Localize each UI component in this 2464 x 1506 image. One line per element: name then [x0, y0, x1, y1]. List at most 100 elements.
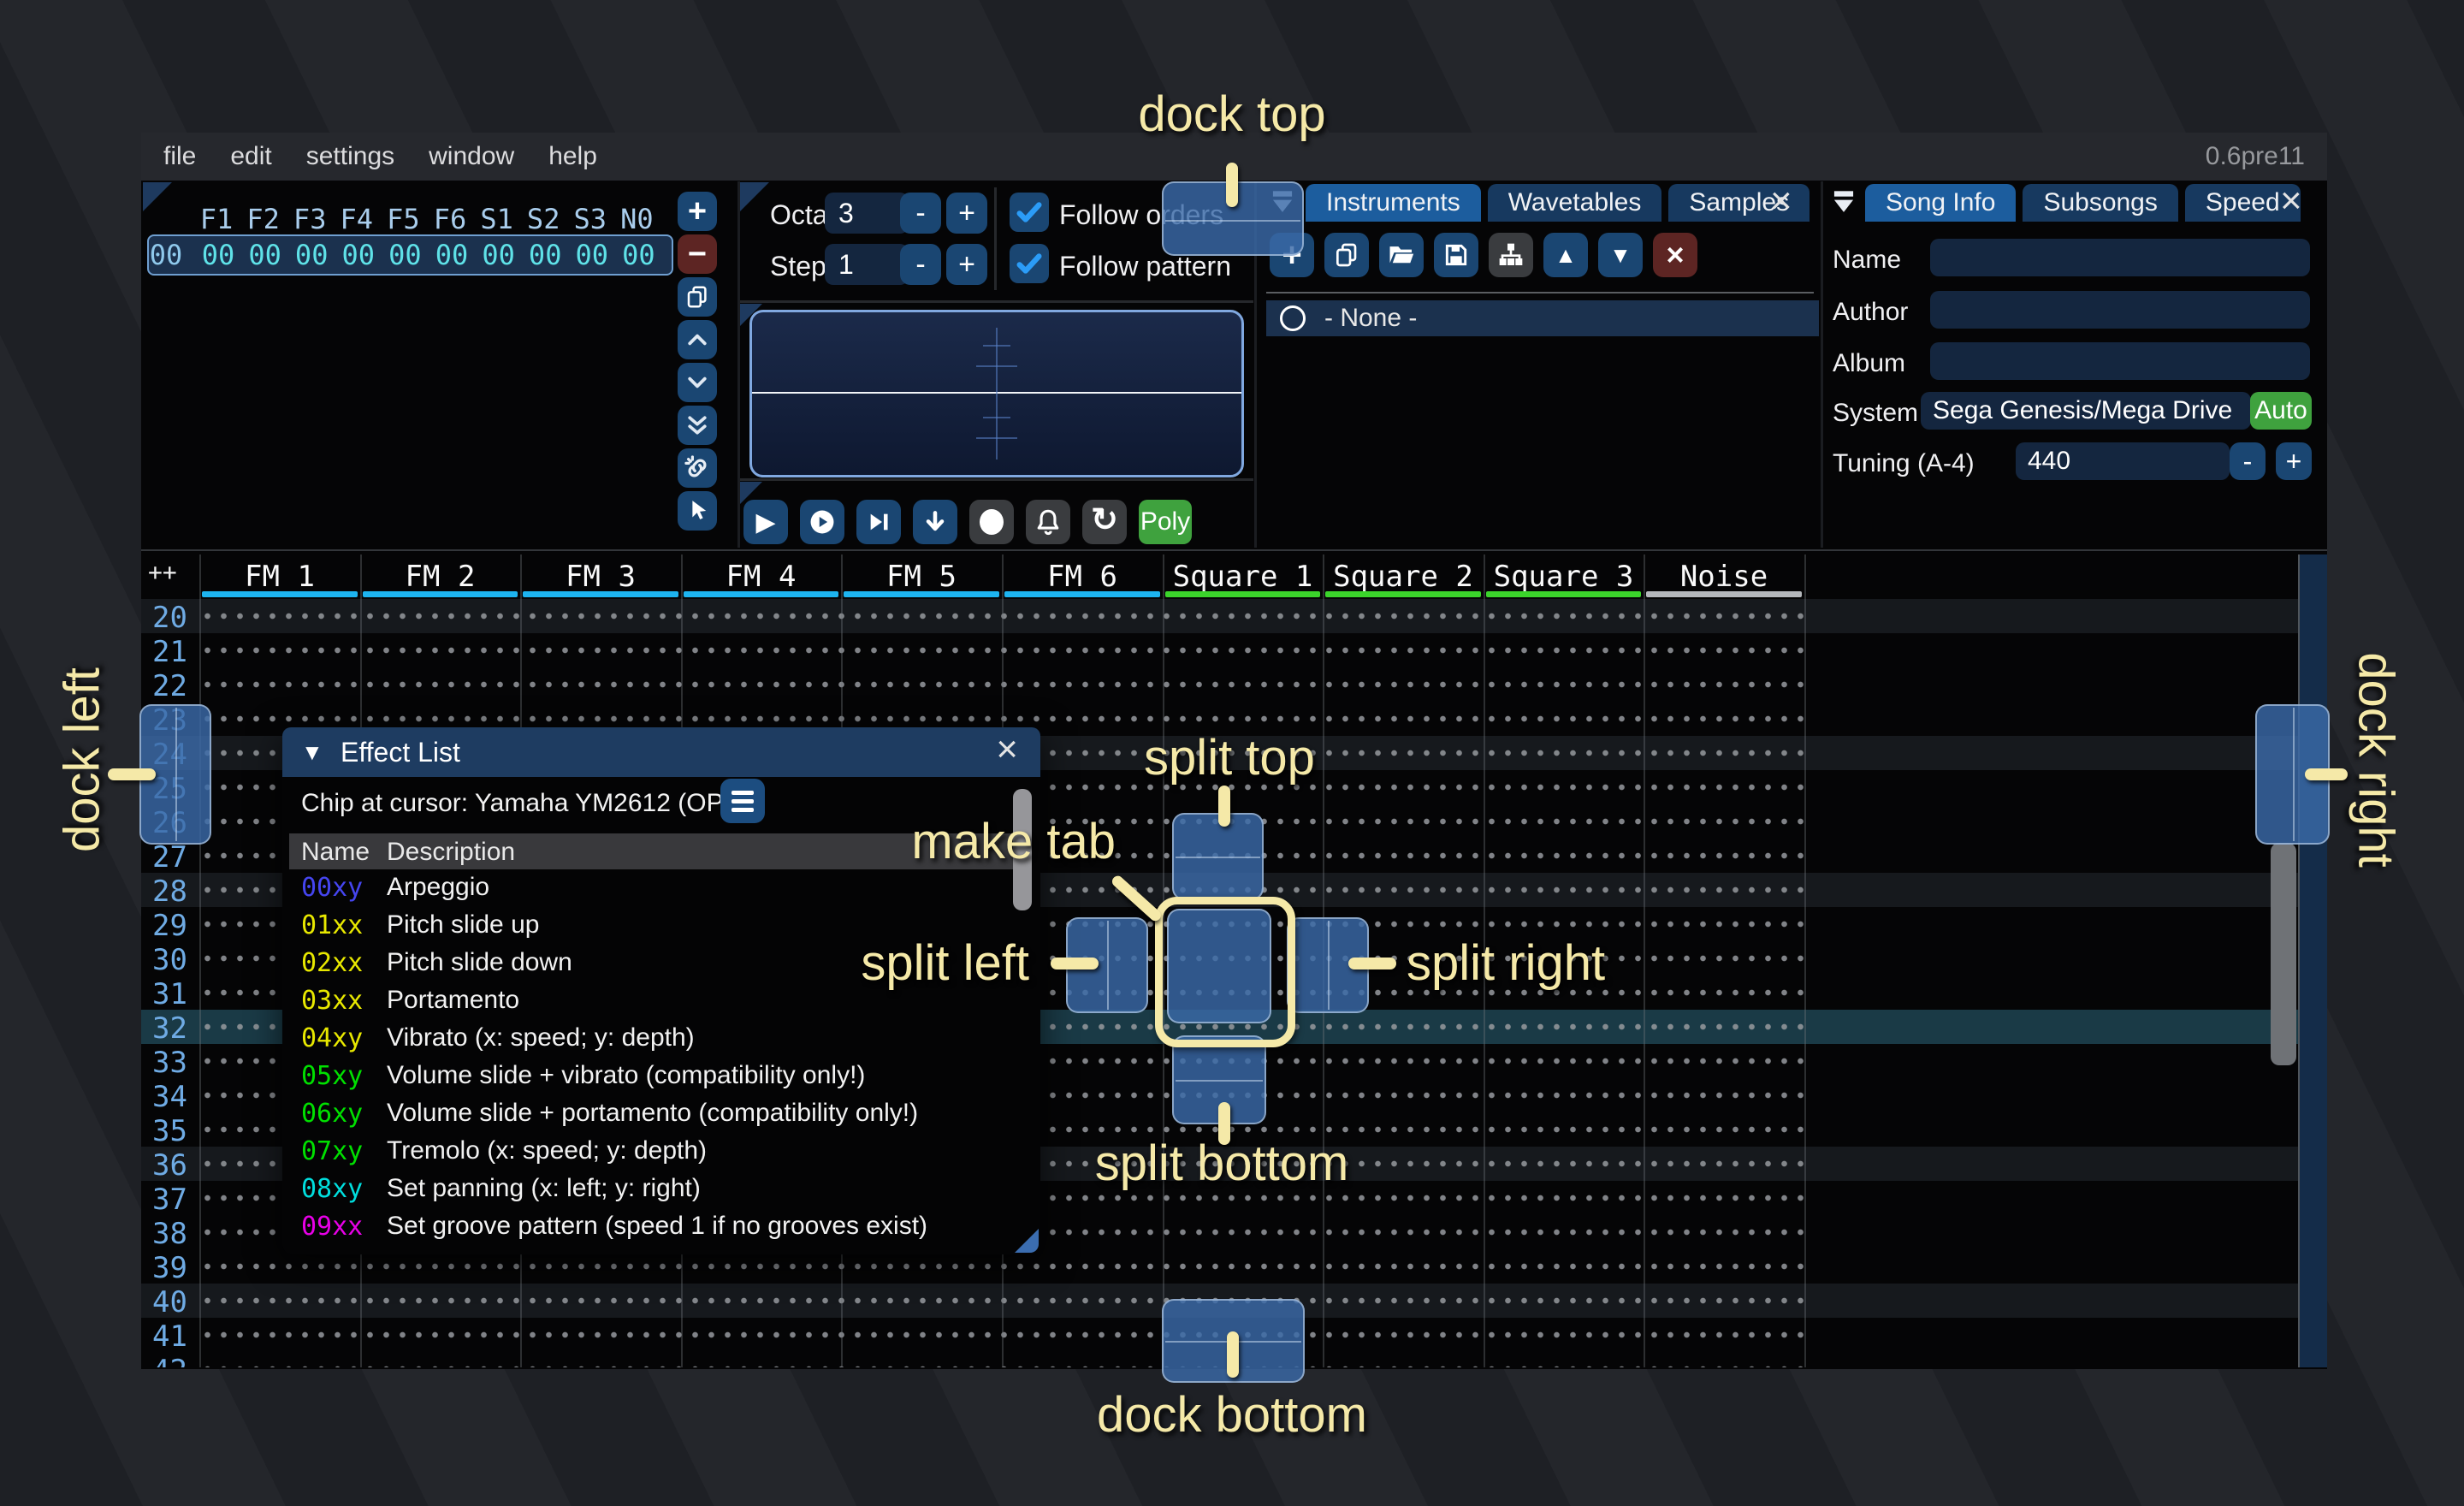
instrument-tree-button[interactable]	[1489, 233, 1533, 277]
order-cell[interactable]: 00	[521, 239, 569, 271]
menu-edit[interactable]: edit	[213, 142, 288, 171]
order-add-at-end-button[interactable]	[678, 406, 717, 445]
octave-plus-button[interactable]: +	[946, 193, 987, 234]
metronome-button[interactable]	[1026, 500, 1070, 544]
channel-header-fm-6[interactable]: FM 6	[1002, 560, 1163, 594]
channel-header-square-3[interactable]: Square 3	[1484, 560, 1644, 594]
step-plus-button[interactable]: +	[946, 244, 987, 285]
channel-header-fm-3[interactable]: FM 3	[520, 560, 681, 594]
pattern-scrollbar-thumb[interactable]	[2271, 843, 2296, 1065]
tab-instruments[interactable]: Instruments	[1306, 184, 1481, 222]
effect-row-00xy[interactable]: 00xyArpeggio	[282, 869, 1040, 907]
follow-pattern-checkbox[interactable]	[1010, 244, 1049, 283]
octave-input[interactable]: 3	[825, 193, 909, 234]
channel-header-fm-1[interactable]: FM 1	[199, 560, 360, 594]
collapse-icon[interactable]: ▼	[301, 739, 323, 766]
order-cell[interactable]: 00	[614, 239, 662, 271]
play-one-row-button[interactable]	[856, 500, 901, 544]
save-instrument-button[interactable]	[1434, 233, 1478, 277]
author-label: Author	[1833, 298, 1908, 327]
author-input[interactable]	[1930, 291, 2310, 329]
effect-row-08xy[interactable]: 08xySet panning (x: left; y: right)	[282, 1171, 1040, 1208]
system-auto-button[interactable]: Auto	[2250, 392, 2312, 430]
pattern-row-20[interactable]: 20	[141, 599, 2298, 633]
pattern-scrollbar-track[interactable]	[2300, 554, 2327, 1367]
duplicate-order-button[interactable]	[678, 277, 717, 317]
octave-minus-button[interactable]: -	[900, 193, 941, 234]
order-cell[interactable]: 00	[381, 239, 429, 271]
effect-row-06xy[interactable]: 06xyVolume slide + portamento (compatibi…	[282, 1095, 1040, 1133]
step-input[interactable]: 1	[825, 244, 909, 285]
move-order-down-button[interactable]	[678, 363, 717, 402]
follow-orders-checkbox[interactable]	[1010, 193, 1049, 232]
tab-song-info[interactable]: Song Info	[1865, 184, 2016, 222]
channel-header-square-1[interactable]: Square 1	[1163, 560, 1323, 594]
play-from-cursor-button[interactable]	[800, 500, 844, 544]
pattern-row-21[interactable]: 21	[141, 633, 2298, 667]
instruments-close-icon[interactable]: ×	[1762, 182, 1801, 220]
channel-header-fm-5[interactable]: FM 5	[841, 560, 1002, 594]
effect-description: Tremolo (x: speed; y: depth)	[387, 1136, 707, 1165]
order-cell[interactable]: 00	[241, 239, 289, 271]
effect-row-05xy[interactable]: 05xyVolume slide + vibrato (compatibilit…	[282, 1058, 1040, 1095]
empty-note-dots	[199, 667, 1804, 702]
resize-grip[interactable]	[1015, 1229, 1039, 1253]
channel-header-square-2[interactable]: Square 2	[1323, 560, 1484, 594]
window-title: Effect List	[341, 737, 460, 768]
channel-header-fm-2[interactable]: FM 2	[360, 560, 520, 594]
pattern-row-22[interactable]: 22	[141, 667, 2298, 702]
order-cell[interactable]: 00	[335, 239, 382, 271]
menu-window[interactable]: window	[412, 142, 531, 171]
name-input[interactable]	[1930, 239, 2310, 276]
open-instrument-button[interactable]	[1379, 233, 1424, 277]
order-cell[interactable]: 00	[475, 239, 523, 271]
effect-sort-button[interactable]	[720, 779, 765, 823]
order-row-selected[interactable]: 0000000000000000000000	[147, 234, 673, 276]
menu-help[interactable]: help	[531, 142, 614, 171]
pattern-row-39[interactable]: 39	[141, 1249, 2298, 1284]
menu-file[interactable]: file	[146, 142, 213, 171]
annotation-split-right: split right	[1407, 934, 1605, 992]
system-select[interactable]: Sega Genesis/Mega Drive	[1921, 392, 2251, 430]
tuning-input[interactable]: 440	[2016, 442, 2230, 480]
remove-order-button[interactable]: −	[678, 234, 717, 274]
effect-row-04xy[interactable]: 04xyVibrato (x: speed; y: depth)	[282, 1020, 1040, 1058]
album-input[interactable]	[1930, 342, 2310, 380]
step-minus-button[interactable]: -	[900, 244, 941, 285]
record-button[interactable]	[969, 500, 1014, 544]
tab-wavetables[interactable]: Wavetables	[1488, 184, 1662, 222]
effect-row-09xx[interactable]: 09xxSet groove pattern (speed 1 if no gr…	[282, 1208, 1040, 1246]
tab-subsongs[interactable]: Subsongs	[2023, 184, 2177, 222]
order-cell[interactable]: 00	[428, 239, 476, 271]
duplicate-instrument-button[interactable]	[1324, 233, 1369, 277]
add-order-button[interactable]: +	[678, 192, 717, 231]
order-change-mode-button[interactable]	[678, 491, 717, 531]
deep-clone-order-button[interactable]	[678, 448, 717, 488]
tuning-minus-button[interactable]: -	[2230, 442, 2266, 480]
channel-header-noise[interactable]: Noise	[1644, 560, 1804, 594]
instrument-list-item[interactable]: - None -	[1266, 300, 1819, 336]
repeat-pattern-button[interactable]: ↻	[1082, 500, 1127, 544]
close-icon[interactable]: ×	[987, 731, 1027, 768]
album-label: Album	[1833, 349, 1905, 378]
order-cell[interactable]: 00	[194, 239, 242, 271]
effect-row-07xy[interactable]: 07xyTremolo (x: speed; y: depth)	[282, 1133, 1040, 1171]
step-row-button[interactable]	[913, 500, 957, 544]
channel-header-fm-4[interactable]: FM 4	[681, 560, 841, 594]
menu-settings[interactable]: settings	[289, 142, 412, 171]
effect-table-header[interactable]: Name Description	[289, 833, 1015, 869]
move-order-up-button[interactable]	[678, 320, 717, 359]
order-cell[interactable]: 00	[287, 239, 335, 271]
delete-instrument-button[interactable]: ×	[1653, 233, 1697, 277]
song-info-close-icon[interactable]: ×	[2272, 182, 2311, 220]
tuning-plus-button[interactable]: +	[2276, 442, 2312, 480]
split-top-target[interactable]	[1172, 813, 1264, 900]
oscilloscope[interactable]	[749, 310, 1244, 477]
instrument-down-button[interactable]: ▼	[1598, 233, 1643, 277]
song-info-panel-menu-button[interactable]	[1827, 186, 1862, 220]
instrument-up-button[interactable]: ▲	[1543, 233, 1588, 277]
order-cell[interactable]: 00	[568, 239, 616, 271]
effect-list-titlebar[interactable]: ▼ Effect List ×	[282, 727, 1040, 777]
poly-button[interactable]: Poly	[1139, 500, 1192, 544]
play-button[interactable]: ▶	[743, 500, 788, 544]
